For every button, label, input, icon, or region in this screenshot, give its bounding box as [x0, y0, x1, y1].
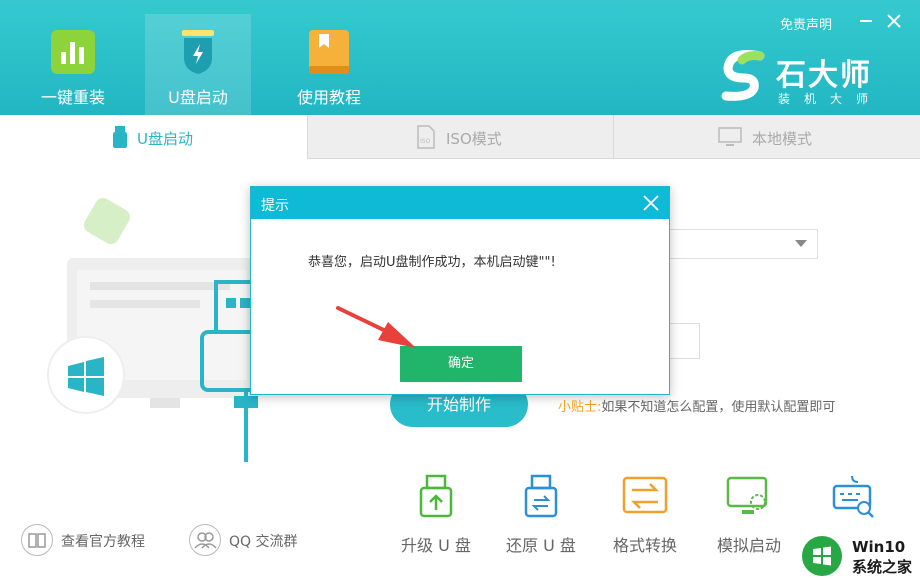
- iso-file-icon: ISO: [417, 125, 435, 149]
- chevron-down-icon: [795, 240, 807, 247]
- nav-label: U盘启动: [168, 88, 228, 107]
- tip-text: 如果不知道怎么配置，使用默认配置即可: [601, 400, 836, 415]
- tool-label: 模拟启动: [716, 536, 781, 555]
- book-open-icon: [21, 524, 53, 556]
- tip: 小贴士:如果不知道怎么配置，使用默认配置即可: [558, 396, 835, 415]
- minimize-icon: [860, 20, 872, 22]
- tool-upgrade-usb[interactable]: 升级 U 盘: [391, 472, 481, 562]
- tip-label: 小贴士:: [558, 400, 602, 415]
- app-header: 一键重装 U盘启动 使用教程 免责声明 石大师 装机大师: [0, 0, 920, 115]
- option-box[interactable]: [668, 323, 700, 359]
- tab-label: U盘启动: [137, 130, 193, 148]
- watermark-line1: Win10: [852, 538, 906, 556]
- usb-shield-icon: [182, 30, 214, 74]
- brand-name: 石大师: [776, 58, 872, 93]
- usb-icon: [113, 126, 127, 148]
- bar-chart-icon: [51, 30, 95, 74]
- brand: 石大师 装机大师: [720, 50, 900, 110]
- official-tutorial-label: 查看官方教程: [61, 534, 145, 550]
- tool-format-convert[interactable]: 格式转换: [600, 472, 690, 562]
- device-select[interactable]: [668, 229, 818, 259]
- dialog-header: 提示: [251, 187, 669, 219]
- users-icon: [189, 524, 221, 556]
- watermark: Win10 系统之家: [796, 530, 920, 580]
- close-window-button[interactable]: [883, 10, 905, 32]
- win10-logo-icon: [802, 536, 842, 576]
- simulate-boot-icon: [726, 476, 768, 514]
- tab-usb-boot[interactable]: U盘启动: [0, 115, 308, 159]
- keyboard-search-icon: [832, 475, 874, 518]
- tool-restore-usb[interactable]: 还原 U 盘: [496, 472, 586, 562]
- nav-usb-boot[interactable]: U盘启动: [145, 14, 251, 115]
- nav-one-click-reinstall[interactable]: 一键重装: [20, 14, 126, 115]
- close-icon: [887, 14, 901, 28]
- monitor-icon: [718, 127, 742, 146]
- success-dialog: 提示 恭喜您，启动U盘制作成功，本机启动键""! 确定: [250, 186, 670, 395]
- format-convert-icon: [622, 476, 668, 514]
- tool-label: 格式转换: [612, 536, 677, 555]
- nav-tutorial[interactable]: 使用教程: [276, 14, 382, 115]
- tab-local-mode[interactable]: 本地模式: [614, 115, 920, 159]
- tool-label: 升级 U 盘: [401, 536, 471, 555]
- usb-restore-icon: [524, 474, 558, 518]
- nav-label: 使用教程: [296, 88, 361, 107]
- tool-simulate-boot[interactable]: 模拟启动: [704, 472, 794, 562]
- nav-label: 一键重装: [40, 88, 105, 107]
- tab-label: 本地模式: [752, 130, 813, 148]
- qq-group-label: QQ 交流群: [229, 534, 298, 550]
- dialog-message: 恭喜您，启动U盘制作成功，本机启动键""!: [308, 255, 556, 270]
- svg-text:ISO: ISO: [420, 138, 431, 145]
- dialog-title: 提示: [261, 198, 289, 214]
- book-icon: [309, 30, 349, 74]
- minimize-button[interactable]: [855, 10, 877, 32]
- mode-tabs: U盘启动 ISO ISO模式 本地模式: [0, 115, 920, 159]
- usb-upgrade-icon: [419, 474, 453, 518]
- brand-logo-icon: [721, 50, 765, 101]
- tool-label: 还原 U 盘: [506, 536, 576, 555]
- tab-iso-mode[interactable]: ISO ISO模式: [308, 115, 614, 159]
- red-arrow-icon: [336, 306, 416, 348]
- brand-subtitle: 装机大师: [778, 92, 883, 106]
- tab-label: ISO模式: [446, 130, 502, 148]
- close-icon[interactable]: [639, 191, 663, 215]
- disclaimer-link[interactable]: 免责声明: [780, 14, 832, 33]
- watermark-line2: 系统之家: [852, 558, 913, 576]
